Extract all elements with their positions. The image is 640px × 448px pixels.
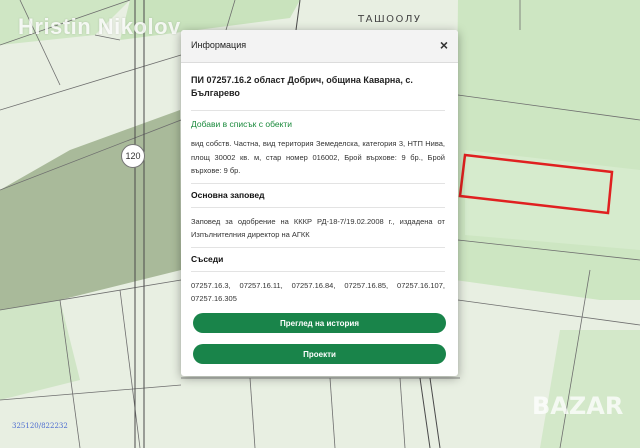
road-number-badge: 120 [121,144,145,168]
divider [191,246,445,248]
parcel-details: вид собств. Частна, вид територия Земеде… [191,139,445,175]
neighbors-heading: Съседи [191,253,224,264]
dialog-body: ПИ 07257.16.2 област Добрич, община Кава… [191,74,445,311]
close-icon[interactable]: × [436,37,452,53]
divider [191,270,445,272]
parcel-title: ПИ 07257.16.2 област Добрич, община Кава… [191,75,413,98]
order-text: Заповед за одобрение на КККР РД-18-7/19.… [191,216,445,240]
divider [191,110,445,111]
map-area-label: ТАШООЛУ [358,14,422,25]
add-to-list-link[interactable]: Добави в списък с обекти [191,119,445,129]
coordinate-readout: 325120/822232 [12,422,68,430]
dialog-header: Информация × [181,30,458,63]
info-dialog: Информация × ПИ 07257.16.2 област Добрич… [181,30,458,376]
divider [191,182,445,184]
watermark-text: Hristin Nikolov [18,14,181,39]
green-field-right [455,0,640,300]
neighbors-list: 07257.16.3, 07257.16.11, 07257.16.84, 07… [191,280,445,304]
view-history-button[interactable]: Преглед на история [193,313,446,333]
bazar-logo: BAZAR [532,392,624,420]
dialog-title: Информация [191,40,247,50]
divider [191,206,445,208]
projects-button[interactable]: Проекти [193,344,446,364]
order-heading: Основна заповед [191,189,265,200]
